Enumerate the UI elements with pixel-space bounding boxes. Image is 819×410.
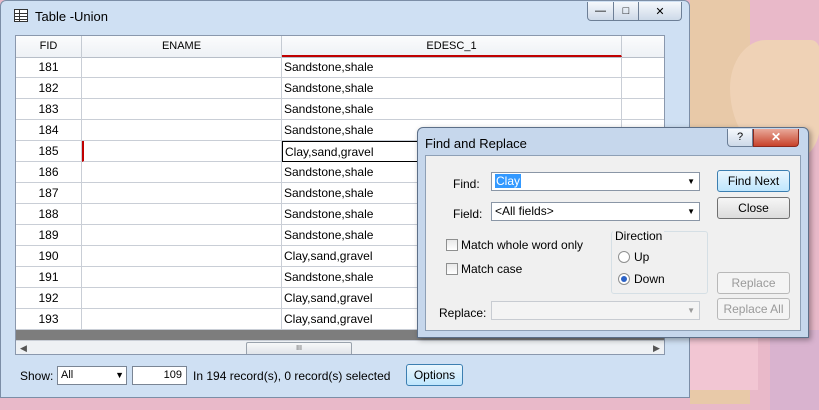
cell-empty[interactable] <box>622 57 664 78</box>
cell-ename[interactable] <box>82 288 282 309</box>
chevron-down-icon: ▼ <box>687 207 695 216</box>
cell-fid[interactable]: 189 <box>16 225 82 246</box>
cell-fid[interactable]: 181 <box>16 57 82 78</box>
cell-fid[interactable]: 192 <box>16 288 82 309</box>
show-select[interactable]: All ▼ <box>57 366 127 385</box>
table-row[interactable]: 181 Sandstone,shale <box>16 57 664 78</box>
find-replace-dialog: Find and Replace ? ✕ Find: Clay ▼ Field:… <box>417 127 809 338</box>
cell-empty[interactable] <box>622 99 664 120</box>
cell-ename[interactable] <box>82 309 282 330</box>
cell-edesc[interactable]: Sandstone,shale <box>282 78 622 99</box>
find-next-button[interactable]: Find Next <box>717 170 790 192</box>
show-value: All <box>61 369 74 381</box>
column-header-edesc[interactable]: EDESC_1 <box>282 36 622 57</box>
column-header-fid[interactable]: FID <box>16 36 82 57</box>
cell-ename[interactable] <box>82 246 282 267</box>
direction-label: Direction <box>613 229 665 243</box>
scroll-left-icon[interactable]: ◀ <box>16 341 31 354</box>
field-label: Field: <box>453 207 483 221</box>
cell-ename[interactable] <box>82 183 282 204</box>
direction-down-radio[interactable] <box>618 273 630 285</box>
record-count-text: In 194 record(s), 0 record(s) selected <box>193 369 391 383</box>
column-header-ename[interactable]: ENAME <box>82 36 282 57</box>
record-number-input[interactable]: 109 <box>132 366 187 385</box>
match-case-label[interactable]: Match case <box>461 262 522 276</box>
field-value: <All fields> <box>495 204 554 218</box>
cell-ename[interactable] <box>82 99 282 120</box>
find-input[interactable]: Clay ▼ <box>491 172 700 191</box>
horizontal-scrollbar[interactable]: ◀ III ▶ <box>16 340 664 354</box>
replace-label: Replace: <box>439 306 487 320</box>
cell-fid[interactable]: 191 <box>16 267 82 288</box>
cell-edesc[interactable]: Sandstone,shale <box>282 99 622 120</box>
status-bar: Show: All ▼ 109 In 194 record(s), 0 reco… <box>1 359 691 391</box>
cell-fid[interactable]: 182 <box>16 78 82 99</box>
cell-ename[interactable] <box>82 57 282 78</box>
cell-ename[interactable] <box>82 204 282 225</box>
table-header: FID ENAME EDESC_1 <box>16 36 664 58</box>
close-icon: ✕ <box>655 5 665 18</box>
direction-up-label[interactable]: Up <box>634 250 649 264</box>
cell-fid[interactable]: 193 <box>16 309 82 330</box>
field-select[interactable]: <All fields> ▼ <box>491 202 700 221</box>
cell-fid[interactable]: 186 <box>16 162 82 183</box>
cell-fid[interactable]: 190 <box>16 246 82 267</box>
cell-fid[interactable]: 187 <box>16 183 82 204</box>
cell-ename[interactable] <box>82 78 282 99</box>
table-row[interactable]: 183 Sandstone,shale <box>16 99 664 120</box>
scroll-right-icon[interactable]: ▶ <box>649 341 664 354</box>
match-whole-word-checkbox[interactable] <box>446 239 458 251</box>
match-case-checkbox[interactable] <box>446 263 458 275</box>
minimize-icon: — <box>595 5 606 17</box>
title-bar[interactable]: Table -Union — □ ✕ <box>1 1 689 33</box>
cell-fid[interactable]: 185 <box>16 141 82 162</box>
options-button[interactable]: Options <box>406 364 463 386</box>
help-button[interactable]: ? <box>727 129 753 147</box>
chevron-down-icon: ▼ <box>687 306 695 315</box>
cell-ename[interactable] <box>82 141 282 162</box>
cell-ename[interactable] <box>82 225 282 246</box>
close-button[interactable]: Close <box>717 197 790 219</box>
cell-empty[interactable] <box>622 78 664 99</box>
direction-up-radio[interactable] <box>618 251 630 263</box>
cell-ename[interactable] <box>82 120 282 141</box>
table-row[interactable]: 182 Sandstone,shale <box>16 78 664 99</box>
match-whole-word-label[interactable]: Match whole word only <box>461 238 583 252</box>
cell-fid[interactable]: 188 <box>16 204 82 225</box>
close-window-button[interactable]: ✕ <box>638 2 682 21</box>
cell-fid[interactable]: 183 <box>16 99 82 120</box>
replace-button[interactable]: Replace <box>717 272 790 294</box>
maximize-button[interactable]: □ <box>613 2 639 21</box>
dialog-close-button[interactable]: ✕ <box>753 129 799 147</box>
chevron-down-icon: ▼ <box>115 370 124 380</box>
replace-input[interactable]: ▼ <box>491 301 700 320</box>
scroll-thumb[interactable]: III <box>246 342 352 354</box>
replace-all-button[interactable]: Replace All <box>717 298 790 320</box>
chevron-down-icon[interactable]: ▼ <box>687 173 695 190</box>
find-label: Find: <box>453 177 480 191</box>
cell-edesc[interactable]: Sandstone,shale <box>282 57 622 78</box>
find-value: Clay <box>495 174 522 188</box>
dialog-title: Find and Replace <box>425 136 527 151</box>
minimize-button[interactable]: — <box>587 2 614 21</box>
table-icon <box>14 9 28 22</box>
cell-ename[interactable] <box>82 267 282 288</box>
cell-ename[interactable] <box>82 162 282 183</box>
show-label: Show: <box>20 369 54 383</box>
direction-down-label[interactable]: Down <box>634 272 665 286</box>
cell-fid[interactable]: 184 <box>16 120 82 141</box>
dialog-body: Find: Clay ▼ Field: <All fields> ▼ Match… <box>425 155 801 331</box>
window-title: Table -Union <box>35 9 108 24</box>
maximize-icon: □ <box>622 5 630 17</box>
